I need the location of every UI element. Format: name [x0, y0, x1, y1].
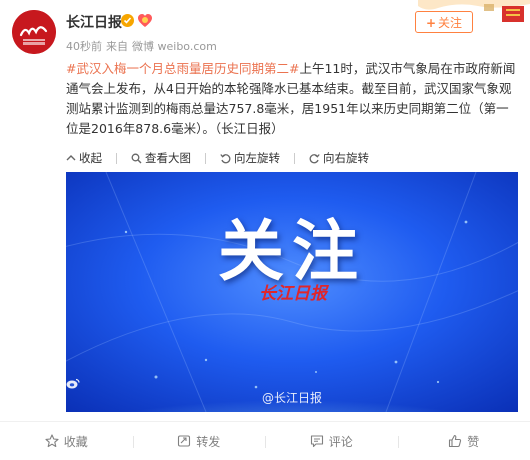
- repost-icon: [177, 434, 191, 448]
- svg-text:长江日报: 长江日报: [259, 284, 330, 304]
- verified-icon: [121, 14, 134, 27]
- like-label: 赞: [467, 433, 479, 450]
- repost-label: 转发: [196, 433, 220, 450]
- toolbar-divider: [116, 153, 117, 164]
- rotate-right-icon: [309, 153, 320, 164]
- post-source[interactable]: 微博 weibo.com: [132, 40, 217, 53]
- like-button[interactable]: 赞: [398, 433, 530, 450]
- view-large-label: 查看大图: [145, 150, 191, 166]
- user-name[interactable]: 长江日报: [66, 12, 122, 32]
- comment-icon: [310, 434, 324, 448]
- image-watermark: @长江日报: [66, 378, 518, 406]
- post-meta: 40秒前来自微博 weibo.com: [66, 38, 221, 54]
- weibo-post-card: 长江日报 40秒前来自微博 weibo.com +关注 #武汉入梅一个月总雨量居…: [0, 0, 530, 459]
- post-image[interactable]: 关注 长江日报 @长江日报: [66, 172, 518, 412]
- weibo-logo-icon: [66, 378, 80, 389]
- rotate-right-button[interactable]: 向右旋转: [309, 150, 369, 166]
- comment-label: 评论: [329, 433, 353, 450]
- search-icon: [131, 153, 142, 164]
- star-icon: [45, 434, 59, 448]
- rotate-left-label: 向左旋转: [234, 150, 280, 166]
- post-time[interactable]: 40秒前: [66, 40, 102, 53]
- follow-button[interactable]: +关注: [415, 11, 473, 33]
- newspaper-logo: 长江日报: [248, 280, 338, 306]
- toolbar-divider: [205, 153, 206, 164]
- favorite-label: 收藏: [64, 433, 88, 450]
- toolbar-divider: [294, 153, 295, 164]
- view-large-button[interactable]: 查看大图: [131, 150, 191, 166]
- thumbs-up-icon: [448, 434, 462, 448]
- post-from-label: 来自: [106, 40, 128, 53]
- avatar[interactable]: [12, 10, 56, 54]
- plus-icon: +: [426, 16, 436, 30]
- collapse-button[interactable]: 收起: [66, 150, 102, 166]
- media-toolbar: 收起 查看大图 向左旋转 向右旋转: [66, 147, 518, 169]
- rotate-left-button[interactable]: 向左旋转: [220, 150, 280, 166]
- collapse-label: 收起: [79, 150, 102, 166]
- repost-button[interactable]: 转发: [133, 433, 266, 450]
- image-watermark-text: @长江日报: [262, 391, 322, 405]
- comment-button[interactable]: 评论: [265, 433, 398, 450]
- fan-badge-icon: [137, 13, 153, 28]
- topic-link[interactable]: #武汉入梅一个月总雨量居历史同期第二#: [66, 61, 299, 76]
- post-text: #武汉入梅一个月总雨量居历史同期第二#上午11时，武汉市气象局在市政府新闻通气会…: [66, 59, 516, 139]
- favorite-button[interactable]: 收藏: [0, 433, 133, 450]
- rotate-left-icon: [220, 153, 231, 164]
- rotate-right-label: 向右旋转: [323, 150, 369, 166]
- follow-button-label: 关注: [438, 16, 462, 30]
- action-bar: 收藏 转发 评论 赞: [0, 421, 530, 460]
- collapse-icon: [66, 153, 76, 163]
